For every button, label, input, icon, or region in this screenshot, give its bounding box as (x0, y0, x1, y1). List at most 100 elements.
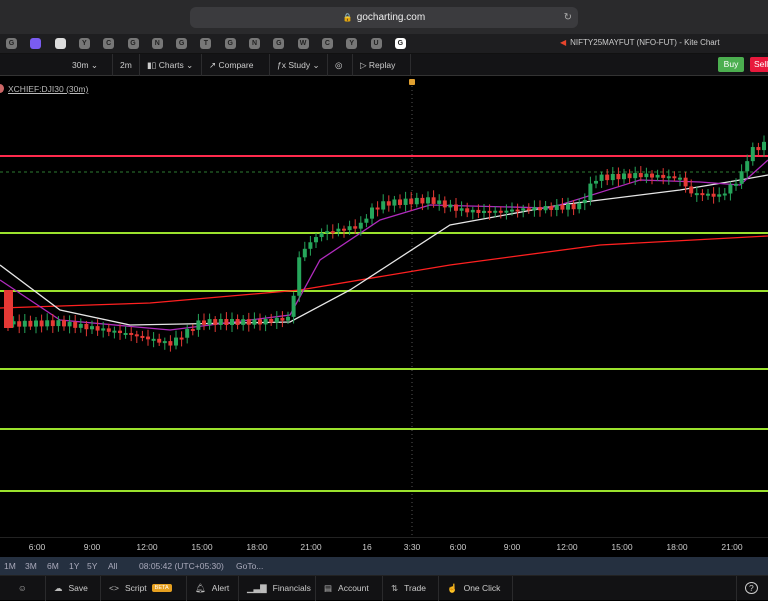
alert-label: Alert (211, 583, 230, 593)
candle-down (605, 174, 610, 181)
bookmark-favicon-icon[interactable]: C (103, 38, 115, 49)
candle-up (510, 209, 514, 212)
bookmark-favicon-icon[interactable]: N (151, 38, 163, 49)
candle-up (358, 222, 363, 229)
time-tick: 12:00 (556, 542, 578, 552)
replay-button[interactable]: ▷ Replay (353, 54, 411, 76)
save-label: Save (68, 583, 88, 593)
one-click-label: One Click (463, 583, 501, 593)
time-tick: 6:00 (449, 542, 467, 552)
range-3m[interactable]: 3M (25, 561, 37, 571)
account-button[interactable]: ▤ Account (316, 576, 383, 601)
candle-up (291, 295, 296, 317)
candle-up (594, 180, 598, 184)
bookmark-favicon-icon[interactable]: Y (78, 38, 90, 49)
candle-up (739, 171, 744, 184)
bookmark-favicon-icon[interactable]: G (6, 38, 17, 49)
bookmark-favicon-icon[interactable]: U (370, 38, 382, 49)
browser-chrome: 🔒 gocharting.com ↻ (0, 0, 768, 34)
candle-up (22, 320, 27, 327)
range-6m[interactable]: 6M (47, 561, 59, 571)
instagram-button[interactable]: ◎ (328, 54, 353, 76)
candle-up (34, 320, 38, 327)
bottom-toolbar: ☺ ☁ Save <> Script BETA 🔔︎ Alert ▁▃▇ Financia… (0, 575, 768, 601)
active-tab[interactable]: ◀ NIFTY25MAYFUT (NFO-FUT) - Kite Chart (560, 38, 720, 47)
candle-up (543, 206, 548, 211)
range-5y[interactable]: 5Y (87, 561, 97, 571)
candle-down (454, 204, 458, 211)
candle-up (364, 218, 369, 223)
alert-button[interactable]: 🔔︎ Alert (187, 576, 239, 601)
candle-up (392, 199, 397, 206)
bookmark-favicon-icon[interactable]: Y (346, 38, 358, 49)
script-button[interactable]: <> Script BETA (101, 576, 187, 601)
time-tick: 18:00 (666, 542, 688, 552)
candle-down (498, 210, 503, 213)
one-click-button[interactable]: ☝ One Click (439, 576, 513, 601)
bookmark-favicon-icon[interactable] (30, 38, 42, 49)
price-chart[interactable] (0, 78, 768, 537)
bookmark-favicon-icon[interactable]: G (273, 38, 285, 49)
reload-icon[interactable]: ↻ (564, 7, 572, 28)
event-marker-icon[interactable] (409, 79, 415, 85)
tab-bar: ◀ NIFTY25MAYFUT (NFO-FUT) - Kite Chart G Y… (0, 34, 768, 54)
candle-down (258, 319, 262, 325)
candle-down (4, 290, 13, 328)
bookmark-favicon-icon[interactable] (54, 38, 66, 49)
time-tick: 3:30 (403, 542, 421, 552)
sell-button[interactable]: Sell (750, 57, 768, 72)
time-tick: 21:00 (300, 542, 322, 552)
candle-down (560, 204, 565, 210)
buy-button[interactable]: Buy (718, 57, 744, 72)
candle-down (39, 320, 44, 327)
candle-down (689, 186, 694, 194)
charts-dropdown[interactable]: ▮▯ Charts ⌄ (140, 54, 202, 76)
bookmark-favicon-icon[interactable]: W (297, 38, 309, 49)
candle-up (218, 319, 223, 325)
help-button[interactable]: ? (736, 576, 768, 601)
interval-dropdown[interactable]: 30m ⌄ (65, 54, 113, 76)
moving-average-white (0, 174, 768, 326)
candle-up (622, 173, 626, 180)
range-1y[interactable]: 1Y (69, 561, 79, 571)
bookmark-favicon-icon[interactable]: N (249, 38, 260, 49)
candle-down (398, 199, 402, 205)
financials-button[interactable]: ▁▃▇ Financials (239, 576, 316, 601)
theme-button[interactable]: ☺ (10, 576, 46, 601)
candle-up (78, 323, 83, 328)
compare-icon: ↗ (209, 60, 217, 70)
range-1m[interactable]: 1M (4, 561, 16, 571)
save-button[interactable]: ☁ Save (46, 576, 101, 601)
candle-down (442, 200, 447, 208)
time-axis[interactable]: 6:00 9:00 12:00 15:00 18:00 21:00 16 3:30 6:00 9:… (0, 537, 768, 557)
trade-button[interactable]: ⇅ Trade (383, 576, 439, 601)
chart-symbol-label[interactable]: XCHIEF:DJI30 (30m) (8, 84, 88, 94)
goto-button[interactable]: GoTo... (236, 561, 263, 571)
beta-badge: BETA (151, 584, 172, 593)
url-bar[interactable]: 🔒 gocharting.com ↻ (190, 7, 578, 28)
time-tick: 21:00 (721, 542, 743, 552)
bookmark-favicon-icon[interactable]: G (224, 38, 236, 49)
candle-down (672, 176, 677, 179)
bookmark-favicon-icon[interactable]: C (321, 38, 333, 49)
candle-down (129, 332, 134, 335)
bookmark-favicon-icon[interactable]: T (200, 38, 212, 49)
candle-down (28, 320, 33, 327)
trade-arrows-icon: ⇅ (391, 583, 399, 593)
interval2-button[interactable]: 2m (113, 54, 140, 76)
candle-up (370, 207, 374, 219)
candle-down (353, 226, 358, 229)
range-all[interactable]: All (108, 561, 117, 571)
candle-down (84, 323, 89, 330)
bookmark-favicon-icon[interactable]: G (127, 38, 139, 49)
bookmark-favicon-icon[interactable]: G (176, 38, 188, 49)
bookmark-favicon-icon[interactable]: G (394, 38, 406, 49)
candle-down (476, 209, 481, 213)
candle-down (134, 334, 139, 337)
candle-up (644, 173, 649, 178)
candle-up (162, 341, 167, 344)
study-dropdown[interactable]: ƒx Study ⌄ (270, 54, 328, 76)
candle-down (538, 207, 542, 211)
study-label: Study (288, 60, 311, 70)
compare-button[interactable]: ↗ Compare (202, 54, 270, 76)
